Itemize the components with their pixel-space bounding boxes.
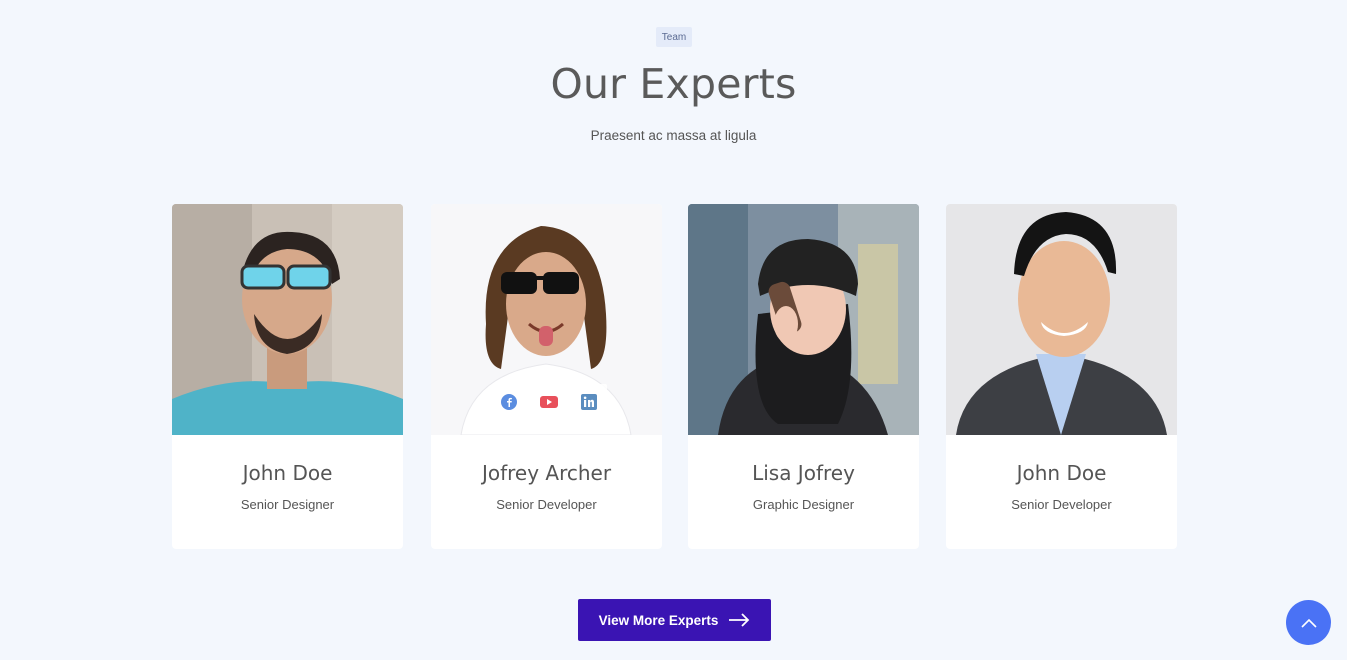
arrow-right-icon (729, 613, 750, 627)
team-member-name: John Doe (1016, 461, 1107, 485)
team-member-name: Jofrey Archer (481, 461, 612, 485)
section-subtitle: Praesent ac massa at ligula (590, 128, 757, 143)
team-card[interactable]: Lisa Jofrey Graphic Designer (688, 204, 919, 549)
team-member-name: Lisa Jofrey (752, 461, 855, 485)
team-card[interactable]: Jofrey Archer Senior Developer (431, 204, 662, 549)
view-more-experts-label: View More Experts (598, 612, 719, 628)
team-member-role: Senior Developer (496, 497, 597, 512)
facebook-icon (501, 394, 517, 410)
social-links (491, 384, 607, 420)
team-member-role: Senior Designer (240, 497, 335, 512)
facebook-link[interactable] (491, 384, 527, 420)
youtube-link[interactable] (531, 384, 567, 420)
team-card[interactable]: John Doe Senior Developer (946, 204, 1177, 549)
section-tag: Team (656, 27, 692, 47)
linkedin-link[interactable] (571, 384, 607, 420)
view-more-experts-button[interactable]: View More Experts (578, 599, 771, 641)
team-member-role: Graphic Designer (752, 497, 855, 512)
linkedin-icon (581, 394, 597, 410)
team-member-name: John Doe (242, 461, 333, 485)
team-member-photo (688, 204, 919, 435)
team-member-role: Senior Developer (1011, 497, 1112, 512)
chevron-up-icon (1300, 618, 1317, 628)
team-member-photo (172, 204, 403, 435)
team-card[interactable]: John Doe Senior Designer (172, 204, 403, 549)
team-member-photo (946, 204, 1177, 435)
team-member-photo (431, 204, 662, 435)
youtube-icon (540, 396, 558, 408)
scroll-to-top-button[interactable] (1286, 600, 1331, 645)
section-title: Our Experts (550, 60, 797, 108)
